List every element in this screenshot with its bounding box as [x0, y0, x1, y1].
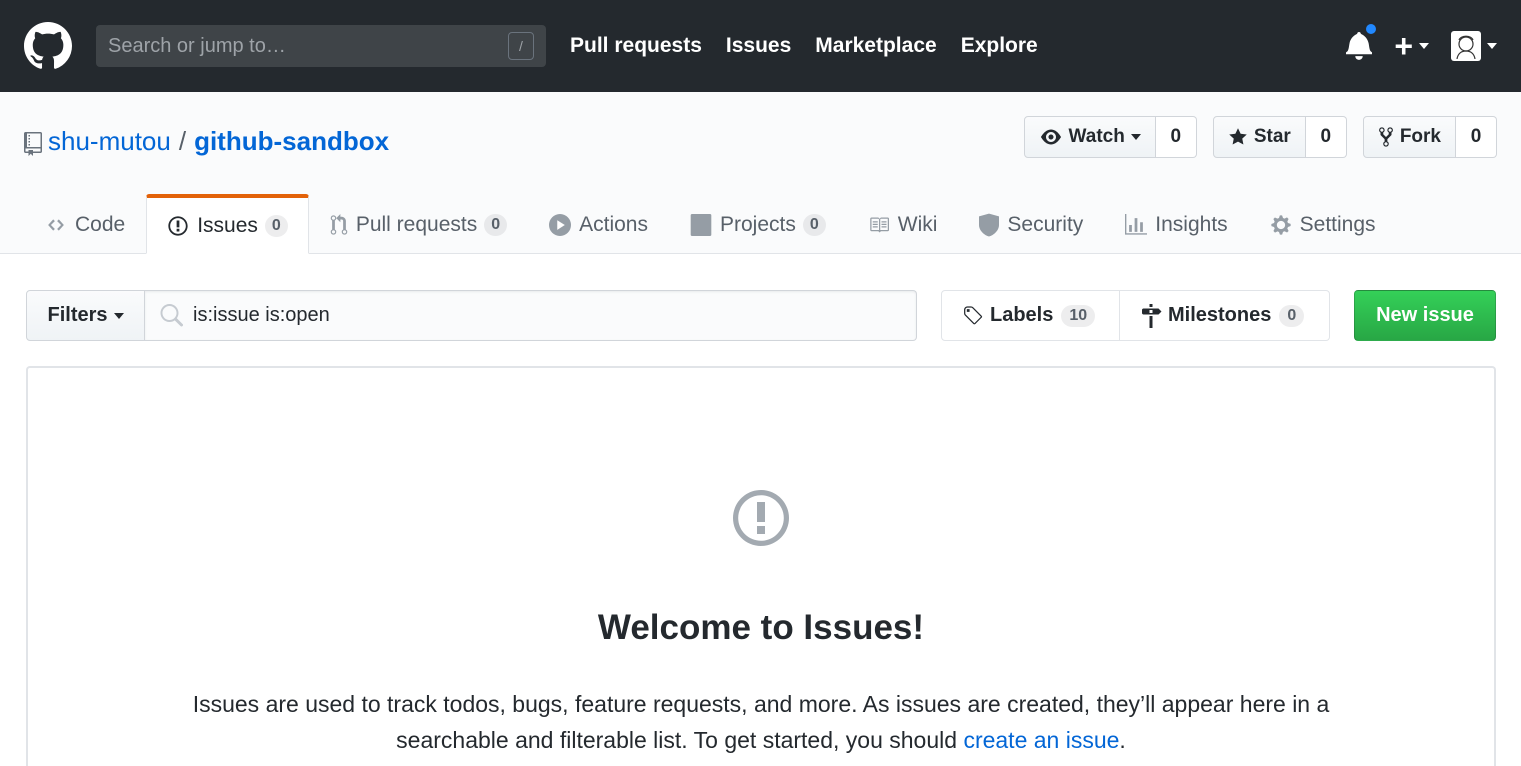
issue-opened-icon [168, 215, 188, 236]
tab-settings[interactable]: Settings [1249, 194, 1397, 254]
blankslate-text: Issues are used to track todos, bugs, fe… [192, 691, 1330, 753]
tab-label: Pull requests [355, 213, 478, 236]
eye-icon [1040, 129, 1061, 145]
labels-label: Labels [990, 304, 1054, 326]
fork-count[interactable]: 0 [1456, 116, 1497, 158]
tab-counter: 0 [264, 214, 288, 237]
tab-label: Actions [579, 213, 648, 236]
milestone-icon [1142, 303, 1162, 328]
labels-milestones-group: Labels 10 Milestones 0 [941, 290, 1330, 341]
milestones-label: Milestones [1168, 304, 1272, 326]
blankslate-text-end: . [1119, 727, 1126, 753]
filters-button[interactable]: Filters [26, 290, 145, 341]
blankslate-title: Welcome to Issues! [597, 608, 925, 647]
watch-count[interactable]: 0 [1155, 116, 1197, 158]
chevron-down-icon [1419, 43, 1429, 49]
tab-code[interactable]: Code [24, 194, 146, 254]
milestones-link[interactable]: Milestones 0 [1120, 290, 1330, 341]
tab-label: Wiki [897, 213, 938, 236]
notification-indicator [1364, 22, 1379, 36]
chevron-down-icon [113, 312, 124, 319]
search-shortcut-key: / [508, 32, 534, 60]
tab-issues[interactable]: Issues 0 [146, 194, 309, 254]
tab-label: Code [75, 213, 126, 236]
tab-counter: 0 [802, 214, 826, 236]
git-pull-request-icon [330, 214, 348, 235]
header-nav-issues[interactable]: Issues [726, 34, 791, 58]
watch-button[interactable]: Watch [1023, 116, 1156, 158]
tab-counter: 0 [484, 214, 508, 236]
avatar [1451, 31, 1481, 61]
labels-link[interactable]: Labels 10 [941, 290, 1120, 341]
fork-group: Fork 0 [1362, 116, 1497, 158]
header-nav-pull-requests[interactable]: Pull requests [570, 34, 702, 58]
filters-label: Filters [47, 304, 108, 326]
tab-label: Projects [720, 213, 796, 236]
star-group: Star 0 [1212, 116, 1347, 158]
issue-opened-icon [28, 490, 1494, 546]
tab-label: Insights [1155, 213, 1228, 236]
book-icon [870, 217, 889, 233]
fork-button[interactable]: Fork [1362, 116, 1456, 158]
create-new-dropdown[interactable]: + [1394, 30, 1429, 62]
play-icon [549, 214, 572, 236]
issues-search[interactable] [145, 290, 917, 341]
blankslate-description: Issues are used to track todos, bugs, fe… [181, 686, 1341, 758]
header-actions: + [1346, 0, 1497, 92]
tab-wiki[interactable]: Wiki [847, 194, 959, 254]
watch-group: Watch 0 [1023, 116, 1197, 158]
header-nav-marketplace[interactable]: Marketplace [815, 34, 936, 58]
star-label: Star [1253, 126, 1291, 147]
labels-count: 10 [1061, 304, 1096, 327]
star-icon [1229, 128, 1247, 145]
gear-icon [1271, 215, 1291, 235]
shield-icon [979, 213, 1000, 237]
tag-icon [964, 305, 983, 324]
header-nav-explore[interactable]: Explore [961, 34, 1038, 58]
search-icon [160, 303, 183, 326]
fork-label: Fork [1399, 126, 1441, 147]
repo-name-link[interactable]: github-sandbox [194, 126, 389, 157]
star-button[interactable]: Star [1212, 116, 1306, 158]
issues-blankslate: Welcome to Issues! Issues are used to tr… [26, 366, 1496, 766]
header-nav: Pull requests Issues Marketplace Explore [570, 34, 1062, 58]
watch-label: Watch [1068, 126, 1125, 147]
global-search-input[interactable] [108, 34, 488, 58]
repo-header: shu-mutou / github-sandbox Watch 0 Star … [0, 92, 1521, 254]
global-header: / Pull requests Issues Marketplace Explo… [0, 0, 1521, 92]
repo-tabs: Code Issues 0 Pull requests 0 Actions Pr… [24, 194, 1397, 254]
notifications-button[interactable] [1346, 22, 1379, 62]
issues-subnav: Filters Labels 10 Milestones 0 New issue [26, 290, 1496, 342]
user-menu-dropdown[interactable] [1451, 31, 1497, 61]
repo-actions: Watch 0 Star 0 Fork 0 [1008, 116, 1497, 158]
tab-pull-requests[interactable]: Pull requests 0 [309, 194, 528, 254]
plus-icon: + [1394, 28, 1413, 64]
repo-forked-icon [1378, 127, 1393, 147]
tab-insights[interactable]: Insights [1104, 194, 1248, 254]
star-count[interactable]: 0 [1305, 116, 1347, 158]
chevron-down-icon [1130, 134, 1141, 140]
project-icon [690, 214, 712, 236]
github-logo-icon[interactable] [24, 22, 72, 70]
chevron-down-icon [1487, 43, 1497, 49]
new-issue-button[interactable]: New issue [1354, 290, 1496, 341]
repo-owner-link[interactable]: shu-mutou [48, 126, 171, 157]
repo-title: shu-mutou / github-sandbox [24, 126, 389, 157]
milestones-count: 0 [1279, 304, 1305, 327]
tab-projects[interactable]: Projects 0 [669, 194, 847, 254]
tab-label: Issues [197, 213, 258, 237]
repo-path-separator: / [178, 126, 187, 156]
global-search[interactable]: / [96, 25, 546, 67]
graph-icon [1125, 214, 1148, 235]
tab-label: Settings [1299, 213, 1376, 236]
tab-label: Security [1007, 213, 1084, 236]
issues-search-input[interactable] [193, 304, 893, 327]
code-icon [48, 219, 64, 231]
tab-security[interactable]: Security [958, 194, 1104, 254]
tab-actions[interactable]: Actions [528, 194, 669, 254]
repo-icon [24, 131, 42, 156]
filters-group: Filters [26, 290, 917, 341]
create-issue-link[interactable]: create an issue [963, 727, 1119, 753]
